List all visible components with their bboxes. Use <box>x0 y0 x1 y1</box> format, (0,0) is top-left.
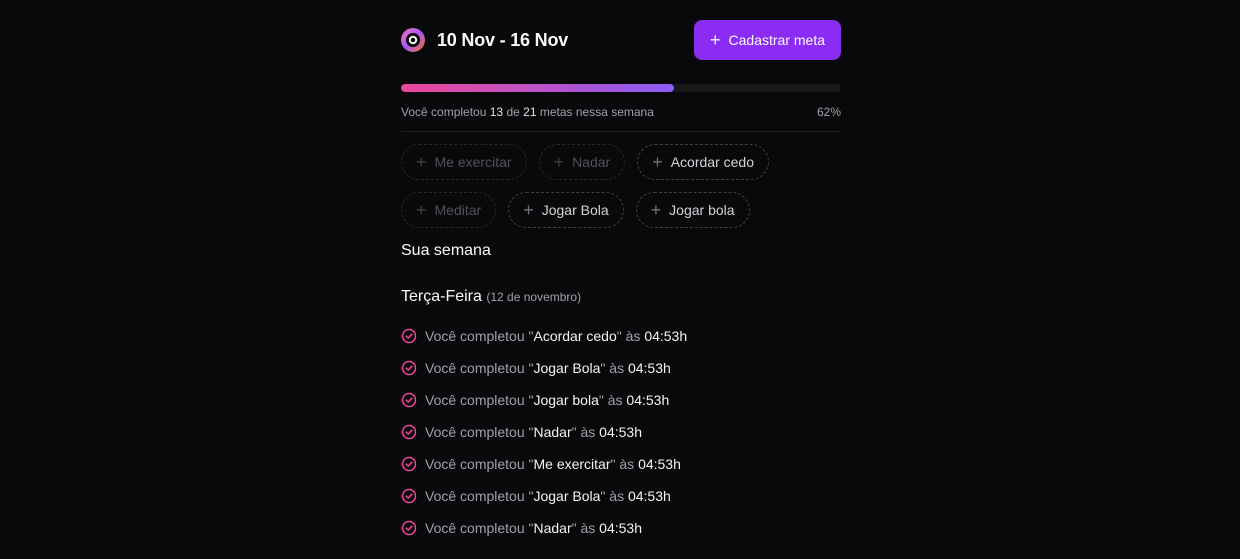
completion-mid: " às <box>616 328 645 344</box>
plus-icon: + <box>416 152 427 172</box>
total-count: 21 <box>523 105 537 119</box>
completion-text: Você completou "Jogar bola" às 04:53h <box>425 392 669 408</box>
completed-goal-name: Jogar Bola <box>533 360 601 376</box>
goal-chip[interactable]: + Acordar cedo <box>637 144 769 180</box>
check-circle-icon <box>401 392 417 408</box>
create-goal-label: Cadastrar meta <box>728 32 825 48</box>
completion-text: Você completou "Jogar Bola" às 04:53h <box>425 488 671 504</box>
goal-chip: + Me exercitar <box>401 144 527 180</box>
completion-time: 04:53h <box>599 424 642 440</box>
completion-time: 04:53h <box>644 328 688 344</box>
check-circle-icon <box>401 488 417 504</box>
goal-chip[interactable]: + Jogar Bola <box>508 192 624 228</box>
completed-goal-name: Acordar cedo <box>533 328 617 344</box>
goal-chip[interactable]: + Jogar bola <box>635 192 750 228</box>
progress-text-prefix: Você completou <box>401 105 487 119</box>
goal-chip-label: Me exercitar <box>434 154 512 170</box>
completed-goal-name: Jogar Bola <box>533 488 601 504</box>
goal-chip-label: Jogar bola <box>669 202 735 218</box>
week-range-title: 10 Nov - 16 Nov <box>437 29 569 50</box>
completion-text: Você completou "Me exercitar" às 04:53h <box>425 456 681 472</box>
completion-time: 04:53h <box>627 488 671 504</box>
plus-icon: + <box>710 30 721 50</box>
goal-chip: + Nadar <box>538 144 626 180</box>
day-name: Terça-Feira <box>401 288 482 305</box>
goal-chip-label: Acordar cedo <box>670 154 754 170</box>
progress-fill <box>401 84 674 92</box>
completion-text: Você completou "Acordar cedo" às 04:53h <box>425 328 687 344</box>
completion-mid: " às <box>600 360 628 376</box>
completion-prefix: Você completou " <box>425 520 534 536</box>
completed-goal-name: Nadar <box>533 424 572 440</box>
check-circle-icon <box>401 520 417 536</box>
check-circle-icon <box>401 360 417 376</box>
goal-chip: + Meditar <box>401 192 497 228</box>
goal-chip-label: Jogar Bola <box>541 202 609 218</box>
completion-prefix: Você completou " <box>425 488 534 504</box>
weekly-progress: Você completou 13 de 21 metas nessa sema… <box>401 84 841 119</box>
completion-prefix: Você completou " <box>425 456 534 472</box>
completion-mid: " às <box>610 456 639 472</box>
goal-chip-label: Meditar <box>434 202 482 218</box>
check-circle-icon <box>401 424 417 440</box>
plus-icon: + <box>523 200 534 220</box>
completion-text: Você completou "Jogar Bola" às 04:53h <box>425 360 671 376</box>
completion-mid: " às <box>571 424 600 440</box>
completion-text: Você completou "Nadar" às 04:53h <box>425 520 642 536</box>
completed-count: 13 <box>489 105 504 119</box>
plus-icon: + <box>650 200 662 220</box>
completion-mid: " às <box>571 520 600 536</box>
header-left: 10 Nov - 16 Nov <box>401 28 568 52</box>
summary-panel: 10 Nov - 16 Nov + Cadastrar meta Você co… <box>401 20 841 544</box>
pending-goals: + Me exercitar + Nadar + Acordar cedo + Meditar… <box>401 144 801 228</box>
completion-prefix: Você completou " <box>425 328 534 344</box>
completion-prefix: Você completou " <box>425 360 534 376</box>
completion-prefix: Você completou " <box>425 392 534 408</box>
completion-mid: " às <box>600 488 628 504</box>
header: 10 Nov - 16 Nov + Cadastrar meta <box>401 20 841 60</box>
completion-item: Você completou "Nadar" às 04:53h <box>401 416 841 448</box>
completion-list: Você completou "Acordar cedo" às 04:53h V… <box>401 320 841 544</box>
progress-percent: 62% <box>816 105 841 119</box>
progress-text: Você completou 13 de 21 metas nessa sema… <box>401 105 654 119</box>
check-circle-icon <box>401 456 417 472</box>
completed-goal-name: Jogar bola <box>533 392 599 408</box>
app-logo-icon <box>401 28 425 52</box>
completion-time: 04:53h <box>627 360 671 376</box>
day-heading: Terça-Feira (12 de novembro) <box>401 288 841 306</box>
plus-icon: + <box>553 152 565 172</box>
progress-info: Você completou 13 de 21 metas nessa sema… <box>401 105 841 119</box>
progress-text-suffix: metas nessa semana <box>539 105 654 119</box>
goal-chip-label: Nadar <box>572 154 611 170</box>
divider <box>401 131 841 132</box>
completion-item: Você completou "Nadar" às 04:53h <box>401 512 841 544</box>
completion-mid: " às <box>598 392 627 408</box>
plus-icon: + <box>416 200 427 220</box>
completion-time: 04:53h <box>599 520 642 536</box>
completion-item: Você completou "Me exercitar" às 04:53h <box>401 448 841 480</box>
completion-text: Você completou "Nadar" às 04:53h <box>425 424 642 440</box>
create-goal-button[interactable]: + Cadastrar meta <box>694 20 841 60</box>
plus-icon: + <box>652 152 663 172</box>
progress-track <box>401 84 841 92</box>
progress-text-middle: de <box>506 105 520 119</box>
check-circle-icon <box>401 328 417 344</box>
completion-item: Você completou "Jogar bola" às 04:53h <box>401 384 841 416</box>
completion-time: 04:53h <box>626 392 670 408</box>
completion-prefix: Você completou " <box>425 424 534 440</box>
completed-goal-name: Me exercitar <box>533 456 611 472</box>
completion-item: Você completou "Acordar cedo" às 04:53h <box>401 320 841 352</box>
day-date: (12 de novembro) <box>486 290 582 304</box>
completion-item: Você completou "Jogar Bola" às 04:53h <box>401 352 841 384</box>
completion-item: Você completou "Jogar Bola" às 04:53h <box>401 480 841 512</box>
completed-goal-name: Nadar <box>533 520 572 536</box>
week-section-title: Sua semana <box>401 242 491 259</box>
completion-time: 04:53h <box>638 456 681 472</box>
